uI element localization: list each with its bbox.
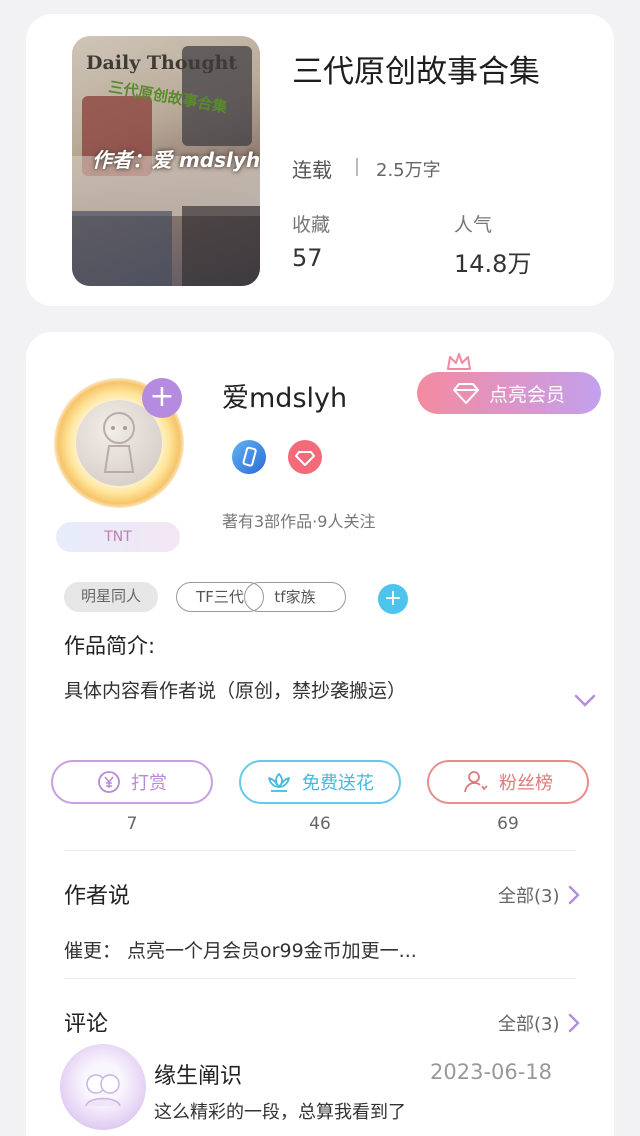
author-say-text[interactable]: 催更： 点亮一个月会员or99金币加更一... [64, 936, 417, 963]
send-flower-button[interactable]: 免费送花 [239, 760, 401, 804]
reward-count: 7 [126, 814, 138, 834]
activate-vip-button[interactable]: 点亮会员 [417, 372, 601, 414]
crown-icon [447, 353, 471, 370]
diamond-badge-icon[interactable] [288, 440, 322, 474]
cover-title: Daily Thought [86, 52, 238, 74]
commenter-avatar[interactable] [60, 1044, 146, 1130]
work-detail-card: + TNT 爱mdslyh 点亮会员 著有3部作品·9人关注 明星同人 TF三代… [26, 332, 614, 1136]
book-status: 连载 [292, 158, 332, 182]
cover-art-block [182, 206, 260, 286]
comment-text[interactable]: 这么精彩的一段，总算我看到了 [154, 1098, 406, 1124]
favorites-label: 收藏 [292, 214, 331, 236]
author-meta: 著有3部作品·9人关注 [222, 512, 376, 531]
book-title: 三代原创故事合集 [292, 54, 540, 90]
fan-club-badge: TNT [56, 522, 180, 552]
author-say-all-link[interactable]: 全部(3) [498, 882, 580, 908]
intro-label: 作品简介: [64, 634, 156, 658]
intro-text: 具体内容看作者说（原创，禁抄袭搬运） [64, 680, 407, 702]
book-info-card: Daily Thought 三代原创故事合集 作者：爱 mdslyh 三代原创故… [26, 14, 614, 306]
fan-user-icon [464, 771, 488, 793]
divider [356, 158, 358, 176]
chevron-down-icon[interactable] [574, 694, 596, 708]
diamond-icon [452, 383, 479, 404]
author-say-all-label: 全部(3) [498, 886, 560, 907]
chevron-right-icon [568, 885, 580, 905]
avatar-image [85, 1074, 121, 1107]
chevron-right-icon [568, 1013, 580, 1033]
reward-button[interactable]: 打赏 [51, 760, 213, 804]
book-cover[interactable]: Daily Thought 三代原创故事合集 作者：爱 mdslyh [72, 36, 260, 286]
flower-count: 46 [309, 814, 331, 834]
add-tag-button[interactable]: + [378, 584, 408, 614]
cover-art-block [72, 211, 172, 286]
comments-title: 评论 [64, 1012, 109, 1037]
commenter-name[interactable]: 缘生阐识 [154, 1058, 242, 1090]
popularity-label: 人气 [454, 214, 493, 236]
comments-all-label: 全部(3) [498, 1014, 560, 1035]
fan-ranking-count: 69 [497, 814, 519, 834]
favorites-value: 57 [292, 244, 323, 272]
follow-button[interactable]: + [142, 378, 182, 418]
popularity-value: 14.8万 [454, 250, 532, 278]
yen-coin-icon [98, 771, 120, 793]
send-flower-label: 免费送花 [302, 773, 374, 794]
author-name[interactable]: 爱mdslyh [222, 376, 347, 415]
tag-chip[interactable]: tf家族 [244, 582, 346, 612]
vip-button-label: 点亮会员 [488, 383, 565, 406]
word-count: 2.5万字 [376, 160, 441, 181]
flower-icon [268, 773, 290, 792]
comment-date: 2023-06-18 [430, 1060, 553, 1084]
comments-all-link[interactable]: 全部(3) [498, 1010, 580, 1036]
author-say-title: 作者说 [64, 884, 131, 909]
divider [64, 850, 576, 851]
fan-ranking-button[interactable]: 粉丝榜 [427, 760, 589, 804]
phone-badge-icon[interactable] [232, 440, 266, 474]
doll-icon [103, 412, 135, 473]
tag-chip[interactable]: 明星同人 [64, 582, 158, 612]
fan-ranking-label: 粉丝榜 [499, 773, 553, 794]
divider [64, 978, 576, 979]
cover-author: 作者：爱 mdslyh [92, 148, 260, 172]
reward-label: 打赏 [131, 773, 167, 794]
